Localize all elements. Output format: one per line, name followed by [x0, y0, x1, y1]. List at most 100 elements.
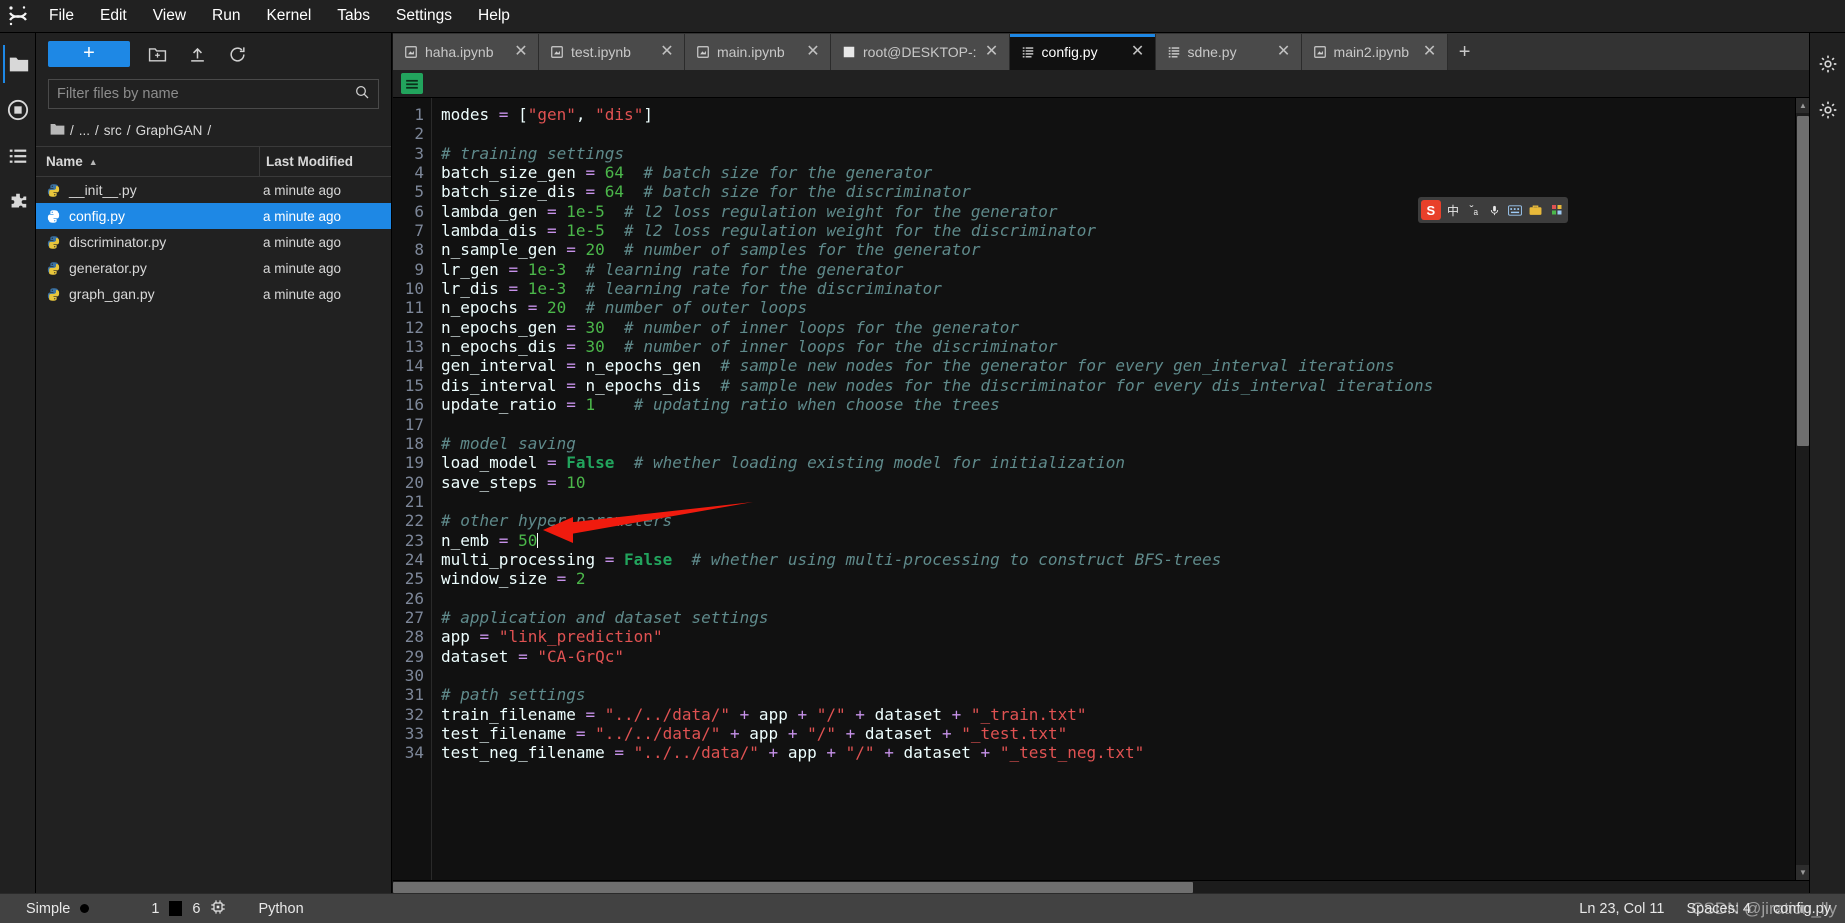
code-line[interactable]	[441, 124, 1795, 143]
grid-icon[interactable]	[1548, 200, 1565, 220]
code-line[interactable]: # model saving	[441, 434, 1795, 453]
kernel-count[interactable]: 6	[192, 901, 200, 917]
code-line[interactable]: app = "link_prediction"	[441, 627, 1795, 646]
menu-edit[interactable]: Edit	[87, 2, 140, 30]
code-line[interactable]: gen_interval = n_epochs_gen # sample new…	[441, 356, 1795, 375]
code-line[interactable]: lambda_gen = 1e-5 # l2 loss regulation w…	[441, 202, 1795, 221]
code-line[interactable]	[441, 415, 1795, 434]
code-line[interactable]: window_size = 2	[441, 569, 1795, 588]
upload-icon[interactable]	[184, 41, 210, 67]
menu-kernel[interactable]: Kernel	[253, 2, 324, 30]
ime-language-toggle[interactable]: 中	[1445, 200, 1462, 220]
close-icon[interactable]: ✕	[1422, 44, 1438, 60]
list-item[interactable]: __init__.py a minute ago	[36, 177, 391, 203]
simple-mode-label[interactable]: Simple	[26, 901, 70, 917]
menu-run[interactable]: Run	[199, 2, 253, 30]
new-launcher-button[interactable]: +	[48, 41, 130, 67]
code-line[interactable]: # path settings	[441, 685, 1795, 704]
list-item[interactable]: config.py a minute ago	[36, 203, 391, 229]
code-line[interactable]: train_filename = "../../data/" + app + "…	[441, 705, 1795, 724]
code-line[interactable]: n_sample_gen = 20 # number of samples fo…	[441, 240, 1795, 259]
code-line[interactable]: # application and dataset settings	[441, 608, 1795, 627]
new-folder-icon[interactable]	[144, 41, 170, 67]
ime-tone-toggle[interactable]: ˇₐ	[1465, 200, 1482, 220]
editor-tab-config-py[interactable]: config.py ✕	[1009, 34, 1156, 70]
vertical-scroll-thumb[interactable]	[1797, 116, 1809, 446]
code-line[interactable]	[441, 492, 1795, 511]
code-line[interactable]: n_epochs_dis = 30 # number of inner loop…	[441, 337, 1795, 356]
editor-tab-main-ipynb[interactable]: main.ipynb ✕	[685, 34, 831, 70]
column-header-last-modified[interactable]: Last Modified	[259, 147, 391, 176]
code-line[interactable]: load_model = False # whether loading exi…	[441, 453, 1795, 472]
editor-tab-test-ipynb[interactable]: test.ipynb ✕	[539, 34, 685, 70]
vertical-scrollbar[interactable]: ▲ ▼	[1795, 98, 1809, 880]
extension-manager-icon[interactable]	[3, 183, 33, 221]
mic-icon[interactable]	[1486, 200, 1503, 220]
property-inspector-icon[interactable]	[1813, 45, 1843, 83]
cursor-position-label[interactable]: Ln 23, Col 11	[1579, 901, 1664, 917]
code-line[interactable]: # other hyper-parameters	[441, 511, 1795, 530]
horizontal-scrollbar[interactable]	[393, 880, 1809, 893]
breadcrumb-graphgan[interactable]: GraphGAN	[136, 123, 203, 138]
scroll-up-icon[interactable]: ▲	[1796, 98, 1809, 113]
close-icon[interactable]: ✕	[984, 44, 1000, 60]
close-icon[interactable]: ✕	[1130, 44, 1146, 60]
code-line[interactable]: lr_dis = 1e-3 # learning rate for the di…	[441, 279, 1795, 298]
code-line[interactable]: test_neg_filename = "../../data/" + app …	[441, 743, 1795, 762]
file-filter-box[interactable]	[48, 79, 379, 109]
code-line[interactable]	[441, 589, 1795, 608]
list-item[interactable]: graph_gan.py a minute ago	[36, 281, 391, 307]
code-line[interactable]: dataset = "CA-GrQc"	[441, 647, 1795, 666]
code-line[interactable]: # training settings	[441, 144, 1795, 163]
menu-settings[interactable]: Settings	[383, 2, 465, 30]
code-editor[interactable]: 1 2 3 4 5 6 7 8 9 10 11 12 13 14 15 16 17 18 19 20 21 22 23 24 2…	[393, 98, 1795, 880]
code-line[interactable]: dis_interval = n_epochs_dis # sample new…	[441, 376, 1795, 395]
save-icon[interactable]	[401, 73, 423, 94]
language-label[interactable]: Python	[258, 901, 303, 917]
file-browser-icon[interactable]	[2, 45, 33, 83]
editor-tab-main2-ipynb[interactable]: main2.ipynb ✕	[1301, 34, 1448, 70]
code-line[interactable]: test_filename = "../../data/" + app + "/…	[441, 724, 1795, 743]
new-tab-button[interactable]: +	[1448, 34, 1482, 70]
code-line[interactable]: n_epochs_gen = 30 # number of inner loop…	[441, 318, 1795, 337]
code-line[interactable]: n_epochs = 20 # number of outer loops	[441, 298, 1795, 317]
commands-palette-icon[interactable]	[3, 137, 33, 175]
close-icon[interactable]: ✕	[1276, 44, 1292, 60]
terminal-count[interactable]: 1	[151, 901, 159, 917]
code-line[interactable]: multi_processing = False # whether using…	[441, 550, 1795, 569]
code-editor-area[interactable]: 1 2 3 4 5 6 7 8 9 10 11 12 13 14 15 16 17 18 19 20 21 22 23 24 2…	[393, 98, 1809, 880]
menu-tabs[interactable]: Tabs	[324, 2, 383, 30]
close-icon[interactable]: ✕	[513, 44, 529, 60]
code-line[interactable]: n_emb = 50	[441, 531, 1795, 550]
code-content[interactable]: modes = ["gen", "dis"] # training settin…	[431, 98, 1795, 880]
keyboard-icon[interactable]	[1507, 200, 1524, 220]
editor-tab-root-desktop-[interactable]: root@DESKTOP-: ✕	[831, 34, 1010, 70]
toolbox-icon[interactable]	[1528, 200, 1545, 220]
search-input[interactable]	[57, 86, 354, 102]
breadcrumb-ellipsis[interactable]: ...	[79, 123, 90, 138]
running-terminals-icon[interactable]	[3, 91, 33, 129]
column-header-name[interactable]: Name ▲	[36, 154, 259, 169]
list-item[interactable]: discriminator.py a minute ago	[36, 229, 391, 255]
spaces-label[interactable]: Spaces: 4	[1686, 901, 1751, 917]
code-line[interactable]: lambda_dis = 1e-5 # l2 loss regulation w…	[441, 221, 1795, 240]
editor-tab-sdne-py[interactable]: sdne.py ✕	[1155, 34, 1302, 70]
code-line[interactable]: batch_size_dis = 64 # batch size for the…	[441, 182, 1795, 201]
code-line[interactable]: batch_size_gen = 64 # batch size for the…	[441, 163, 1795, 182]
sogou-ime-logo-icon[interactable]: S	[1421, 200, 1441, 220]
menu-view[interactable]: View	[140, 2, 199, 30]
refresh-icon[interactable]	[224, 41, 250, 67]
code-line[interactable]: update_ratio = 1 # updating ratio when c…	[441, 395, 1795, 414]
menu-file[interactable]: File	[36, 2, 87, 30]
list-item[interactable]: generator.py a minute ago	[36, 255, 391, 281]
code-line[interactable]: lr_gen = 1e-3 # learning rate for the ge…	[441, 260, 1795, 279]
code-line[interactable]: save_steps = 10	[441, 473, 1795, 492]
code-line[interactable]: modes = ["gen", "dis"]	[441, 105, 1795, 124]
home-folder-icon[interactable]	[50, 122, 65, 139]
editor-tab-haha-ipynb[interactable]: haha.ipynb ✕	[393, 34, 539, 70]
close-icon[interactable]: ✕	[659, 44, 675, 60]
ime-floating-toolbar[interactable]: S 中 ˇₐ	[1418, 197, 1568, 223]
close-icon[interactable]: ✕	[805, 44, 821, 60]
menu-help[interactable]: Help	[465, 2, 523, 30]
debugger-icon[interactable]	[1813, 91, 1843, 129]
